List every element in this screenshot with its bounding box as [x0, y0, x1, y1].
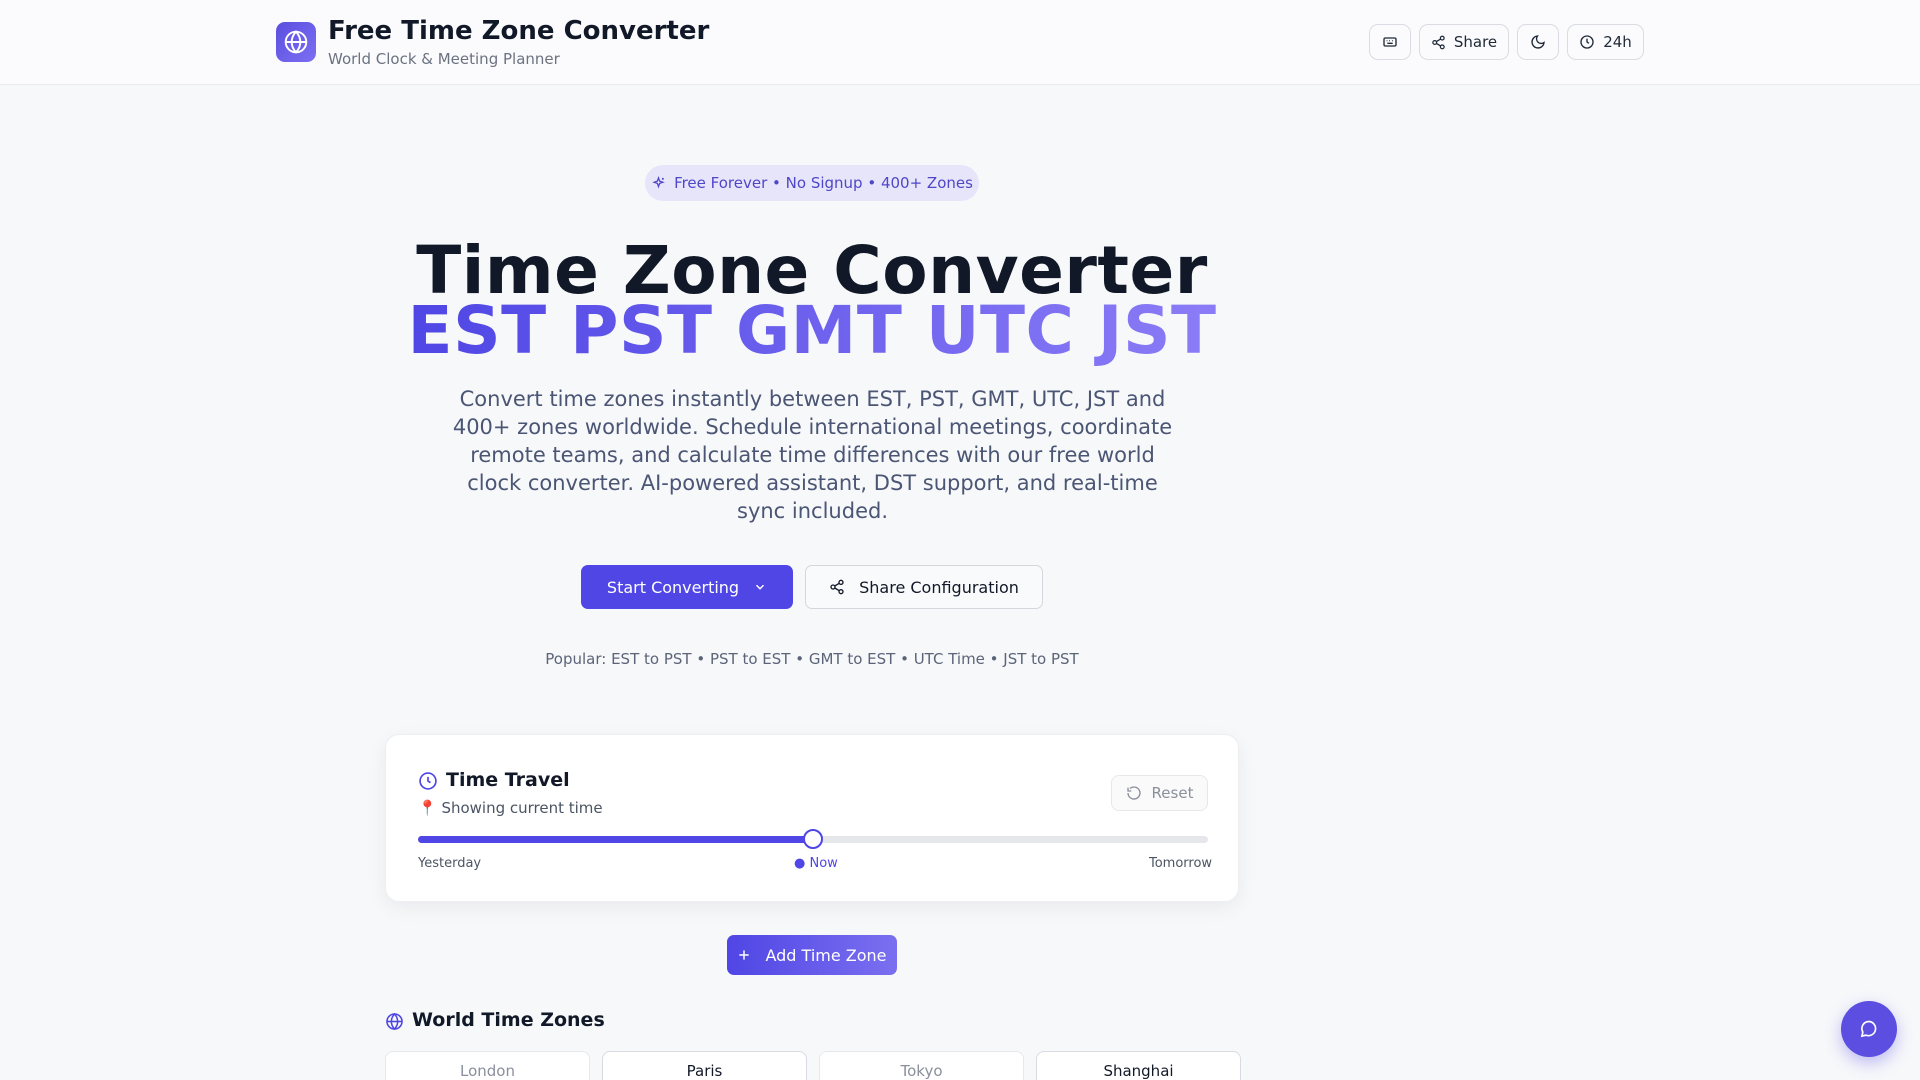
zone-card-label: Shanghai — [1103, 1062, 1174, 1080]
chat-assistant-button[interactable] — [1841, 1001, 1897, 1057]
zone-card-label: London — [460, 1062, 515, 1080]
sparkles-icon — [652, 175, 665, 189]
world-time-zones-title: World Time Zones — [412, 1009, 605, 1031]
slider-thumb[interactable] — [803, 829, 823, 849]
zone-card-tokyo[interactable]: Tokyo — [819, 1051, 1024, 1080]
hero-badge: Free Forever • No Signup • 400+ Zones — [645, 165, 979, 201]
add-time-zone-label: Add Time Zone — [765, 945, 887, 965]
time-travel-card: Time Travel 📍 Showing current time Reset… — [385, 734, 1239, 902]
hero-description: Convert time zones instantly between EST… — [452, 387, 1173, 523]
time-travel-title: Time Travel — [446, 769, 570, 791]
zone-card-london[interactable]: London — [385, 1051, 590, 1080]
logo[interactable] — [276, 22, 316, 62]
time-travel-slider[interactable] — [418, 829, 1208, 849]
share-configuration-button[interactable]: Share Configuration — [805, 565, 1043, 609]
popular-conversions[interactable]: Popular: EST to PST • PST to EST • GMT t… — [0, 650, 1624, 668]
slider-label-yesterday: Yesterday — [418, 856, 482, 871]
app-title: Free Time Zone Converter — [328, 16, 710, 46]
zone-card-label: Tokyo — [900, 1062, 943, 1080]
reset-label: Reset — [1151, 784, 1194, 802]
top-header: Free Time Zone Converter World Clock & M… — [0, 0, 1920, 85]
keyboard-shortcuts-button[interactable] — [1369, 24, 1411, 60]
share-button[interactable]: Share — [1419, 24, 1509, 60]
plus-icon — [739, 950, 750, 960]
zone-card-label: Paris — [686, 1062, 723, 1080]
hero-zones: EST PST GMT UTC JST — [0, 292, 1624, 369]
globe-icon — [386, 1012, 403, 1031]
reset-button[interactable]: Reset — [1111, 775, 1208, 811]
slider-label-tomorrow: Tomorrow — [1149, 856, 1213, 871]
hero-badge-text: Free Forever • No Signup • 400+ Zones — [674, 174, 973, 192]
clock-icon — [419, 772, 437, 790]
slider-fill — [418, 836, 813, 843]
zone-card-shanghai[interactable]: Shanghai — [1036, 1051, 1241, 1080]
keyboard-icon — [1383, 37, 1397, 47]
start-converting-label: Start Converting — [606, 577, 740, 597]
globe-icon — [284, 30, 308, 54]
share-icon — [1432, 35, 1445, 49]
share-icon — [830, 579, 844, 595]
add-time-zone-button[interactable]: Add Time Zone — [727, 935, 897, 975]
time-format-button[interactable]: 24h — [1567, 24, 1644, 60]
moon-icon — [1531, 35, 1545, 49]
time-format-label: 24h — [1603, 33, 1632, 51]
clock-icon — [1580, 35, 1594, 49]
app-subtitle: World Clock & Meeting Planner — [328, 50, 560, 68]
share-label: Share — [1453, 33, 1498, 51]
reset-icon — [1126, 786, 1141, 800]
theme-toggle-button[interactable] — [1517, 24, 1559, 60]
share-configuration-label: Share Configuration — [859, 577, 1019, 597]
time-travel-status: 📍 Showing current time — [418, 799, 603, 817]
start-converting-button[interactable]: Start Converting — [581, 565, 793, 609]
zone-card-paris[interactable]: Paris — [602, 1051, 807, 1080]
slider-label-now: ● Now — [794, 856, 838, 871]
hero-zones-text: EST PST GMT UTC JST — [407, 292, 1217, 369]
chat-icon — [1860, 1020, 1877, 1038]
chevron-down-icon — [756, 584, 765, 590]
